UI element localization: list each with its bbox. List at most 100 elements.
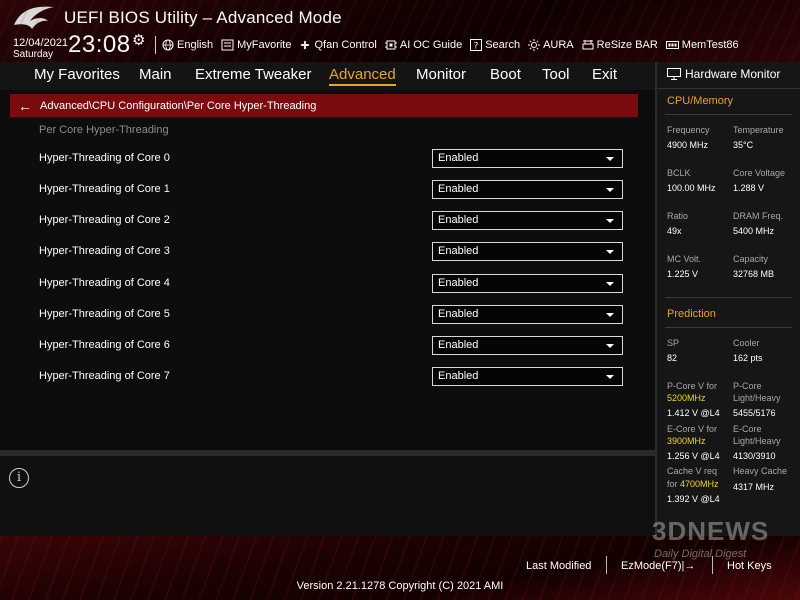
pcore-lh-label: P-Core (733, 381, 762, 391)
tab-advanced[interactable]: Advanced (329, 66, 396, 86)
setting-row-core-3: Hyper-Threading of Core 3 Enabled (0, 242, 655, 266)
cache-v-value: 1.392 V @L4 (667, 494, 720, 504)
tab-main[interactable]: Main (139, 66, 172, 83)
header-toolbar: English MyFavorite Qfan Control AI OC Gu… (155, 36, 747, 54)
caret-down-icon (606, 313, 614, 317)
capacity-label: Capacity (733, 254, 769, 264)
memtest86-button[interactable]: MemTest86 (665, 39, 739, 51)
cache-v-for: for (667, 479, 678, 489)
caret-down-icon (606, 282, 614, 286)
tab-exit[interactable]: Exit (592, 66, 617, 83)
tab-my-favorites[interactable]: My Favorites (34, 66, 120, 83)
search-button[interactable]: ? Search (470, 39, 520, 51)
footer-bar: Last Modified EzMode(F7)|→ Hot Keys Vers… (0, 536, 800, 600)
tab-boot[interactable]: Boot (490, 66, 521, 83)
setting-row-core-0: Hyper-Threading of Core 0 Enabled (0, 149, 655, 173)
cache-v-label-2: for 4700MHz (667, 479, 719, 489)
qfan-control-button[interactable]: Qfan Control (299, 39, 377, 51)
setting-label: Hyper-Threading of Core 7 (39, 370, 170, 382)
ai-oc-guide-button[interactable]: AI OC Guide (384, 39, 462, 51)
core-3-ht-select[interactable]: Enabled (432, 242, 623, 261)
tab-monitor[interactable]: Monitor (416, 66, 466, 83)
caret-down-icon (606, 219, 614, 223)
rog-logo-icon (14, 6, 54, 29)
pcore-lh-label-2: Light/Heavy (733, 393, 781, 403)
core-0-ht-select[interactable]: Enabled (432, 149, 623, 168)
current-time: 23:08 (68, 31, 131, 58)
setting-label: Hyper-Threading of Core 3 (39, 245, 170, 257)
caret-down-icon (606, 157, 614, 161)
qfan-control-label: Qfan Control (314, 39, 377, 51)
favorite-icon (221, 39, 234, 51)
svg-text:?: ? (474, 42, 479, 52)
settings-panel: Per Core Hyper-Threading Hyper-Threading… (0, 117, 655, 450)
setting-row-core-5: Hyper-Threading of Core 5 Enabled (0, 305, 655, 329)
ecore-v-freq: 3900MHz (667, 436, 706, 446)
dram-freq-value: 5400 MHz (733, 226, 775, 236)
select-value: Enabled (438, 339, 479, 351)
setting-label: Hyper-Threading of Core 6 (39, 339, 170, 351)
pcore-v-freq: 5200MHz (667, 393, 706, 403)
hot-keys-button[interactable]: Hot Keys (727, 560, 772, 572)
pcore-v-label: P-Core V for (667, 381, 718, 391)
footer-divider (606, 556, 607, 574)
setting-row-core-6: Hyper-Threading of Core 6 Enabled (0, 336, 655, 360)
core-voltage-value: 1.288 V (733, 183, 765, 193)
last-modified-button[interactable]: Last Modified (526, 560, 591, 572)
caret-down-icon (606, 250, 614, 254)
memtest-icon (665, 40, 679, 49)
select-value: Enabled (438, 214, 479, 226)
back-arrow-icon[interactable]: ← (18, 98, 32, 114)
ezmode-button[interactable]: EzMode(F7)|→ (621, 560, 695, 572)
setting-label: Hyper-Threading of Core 0 (39, 152, 170, 164)
footer-divider (712, 556, 713, 574)
frequency-label: Frequency (667, 125, 710, 135)
hw-section-divider (665, 297, 792, 298)
globe-icon (162, 39, 174, 51)
setting-label: Hyper-Threading of Core 2 (39, 214, 170, 226)
select-value: Enabled (438, 308, 479, 320)
core-6-ht-select[interactable]: Enabled (432, 336, 623, 355)
core-7-ht-select[interactable]: Enabled (432, 367, 623, 386)
cooler-value: 162 pts (733, 353, 763, 363)
core-4-ht-select[interactable]: Enabled (432, 274, 623, 293)
main-tab-bar: My Favorites Main Extreme Tweaker Advanc… (0, 62, 655, 90)
prediction-heading: Prediction (667, 308, 716, 320)
bclk-value: 100.00 MHz (667, 183, 716, 193)
tab-tool[interactable]: Tool (542, 66, 570, 83)
heavy-cache-label: Heavy Cache (733, 466, 788, 476)
language-button[interactable]: English (162, 39, 213, 51)
temperature-value: 35°C (733, 140, 754, 150)
cooler-label: Cooler (733, 338, 760, 348)
ecore-lh-label: E-Core (733, 424, 762, 434)
ai-icon (384, 40, 397, 50)
core-1-ht-select[interactable]: Enabled (432, 180, 623, 199)
section-label: Per Core Hyper-Threading (39, 124, 169, 136)
breadcrumb-path: Advanced\CPU Configuration\Per Core Hype… (40, 99, 317, 112)
resize-bar-button[interactable]: ReSize BAR (582, 39, 658, 51)
core-5-ht-select[interactable]: Enabled (432, 305, 623, 324)
core-voltage-label: Core Voltage (733, 168, 786, 178)
select-value: Enabled (438, 370, 479, 382)
resize-bar-icon (582, 40, 594, 50)
select-value: Enabled (438, 245, 479, 257)
caret-down-icon (606, 188, 614, 192)
breadcrumb: ← Advanced\CPU Configuration\Per Core Hy… (10, 94, 638, 117)
toolbar-divider (155, 36, 156, 54)
tab-extreme-tweaker[interactable]: Extreme Tweaker (195, 66, 311, 83)
myfavorite-button[interactable]: MyFavorite (221, 39, 291, 51)
caret-down-icon (606, 344, 614, 348)
core-2-ht-select[interactable]: Enabled (432, 211, 623, 230)
aura-button[interactable]: AURA (528, 39, 574, 51)
temperature-label: Temperature (733, 125, 784, 135)
setting-label: Hyper-Threading of Core 5 (39, 308, 170, 320)
select-value: Enabled (438, 277, 479, 289)
select-value: Enabled (438, 152, 479, 164)
search-icon: ? (470, 39, 483, 52)
info-icon: i (9, 468, 29, 488)
gear-icon[interactable]: ⚙ (132, 31, 145, 49)
aura-icon (528, 39, 541, 51)
setting-row-core-7: Hyper-Threading of Core 7 Enabled (0, 367, 655, 391)
ratio-label: Ratio (667, 211, 689, 221)
mc-volt-value: 1.225 V (667, 269, 699, 279)
